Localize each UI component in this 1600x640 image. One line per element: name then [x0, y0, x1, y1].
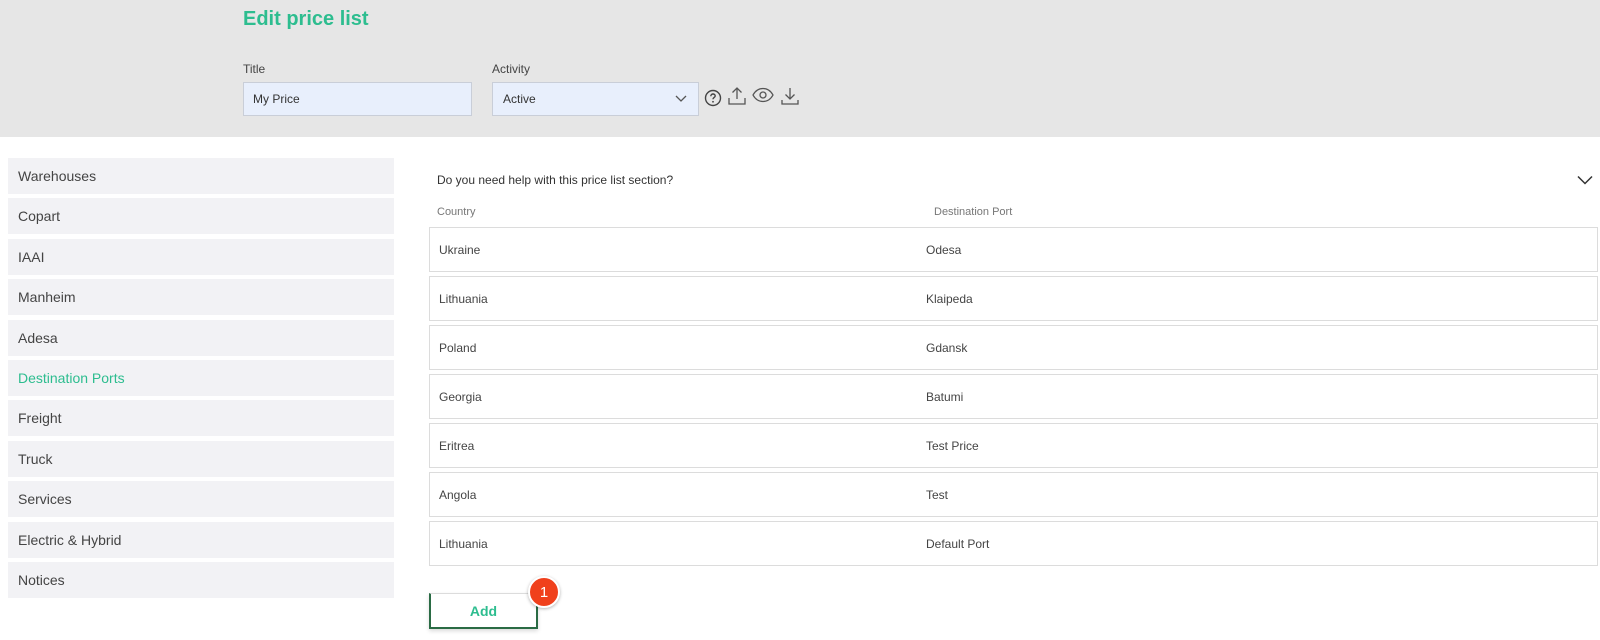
sidebar-item-services[interactable]: Services: [8, 481, 394, 518]
chevron-down-icon[interactable]: [1575, 170, 1595, 190]
cell-destination-port: Batumi: [926, 389, 964, 404]
cell-destination-port: Test: [926, 487, 949, 502]
page-title: Edit price list: [243, 8, 369, 30]
help-section-toggle[interactable]: Do you need help with this price list se…: [437, 165, 1597, 195]
header-bar: Edit price list Title Activity Active: [0, 0, 1600, 137]
upload-icon[interactable]: [726, 85, 748, 107]
cell-country: Poland: [439, 340, 477, 355]
activity-label: Activity: [492, 62, 531, 76]
sidebar-item-notices[interactable]: Notices: [8, 561, 394, 598]
cell-country: Angola: [439, 487, 477, 502]
activity-select[interactable]: Active: [492, 82, 699, 116]
table-row[interactable]: Ukraine Odesa: [429, 227, 1598, 272]
sidebar-item-electric-hybrid[interactable]: Electric & Hybrid: [8, 521, 394, 558]
sidebar-item-warehouses[interactable]: Warehouses: [8, 158, 394, 194]
cell-country: Georgia: [439, 389, 482, 404]
cell-destination-port: Odesa: [926, 242, 962, 257]
sidebar-item-manheim[interactable]: Manheim: [8, 279, 394, 316]
cell-destination-port: Default Port: [926, 536, 990, 551]
step-badge: 1: [528, 576, 560, 608]
sidebar-item-destination-ports[interactable]: Destination Ports: [8, 359, 394, 396]
sidebar-item-truck[interactable]: Truck: [8, 440, 394, 477]
help-text: Do you need help with this price list se…: [437, 173, 674, 187]
cell-destination-port: Klaipeda: [926, 291, 973, 306]
table-row[interactable]: Eritrea Test Price: [429, 423, 1598, 468]
ports-table: Ukraine Odesa Lithuania Klaipeda Poland …: [429, 227, 1598, 570]
download-icon[interactable]: [779, 85, 801, 107]
column-header-country: Country: [437, 206, 476, 218]
cell-country: Eritrea: [439, 438, 475, 453]
title-label: Title: [243, 62, 266, 76]
table-row[interactable]: Georgia Batumi: [429, 374, 1598, 419]
sidebar-item-adesa[interactable]: Adesa: [8, 319, 394, 356]
sidebar: Warehouses Copart IAAI Manheim Adesa Des…: [8, 158, 394, 602]
cell-destination-port: Gdansk: [926, 340, 968, 355]
cell-destination-port: Test Price: [926, 438, 979, 453]
cell-country: Lithuania: [439, 536, 488, 551]
table-row[interactable]: Lithuania Klaipeda: [429, 276, 1598, 321]
sidebar-item-freight[interactable]: Freight: [8, 400, 394, 437]
chevron-down-icon: [674, 92, 688, 106]
eye-icon[interactable]: [752, 84, 774, 106]
table-row[interactable]: Lithuania Default Port: [429, 521, 1598, 566]
sidebar-item-copart[interactable]: Copart: [8, 198, 394, 235]
title-input[interactable]: [243, 82, 472, 116]
table-row[interactable]: Poland Gdansk: [429, 325, 1598, 370]
column-header-destination-port: Destination Port: [934, 206, 1013, 218]
sidebar-item-iaai[interactable]: IAAI: [8, 238, 394, 275]
activity-select-value: Active: [503, 92, 536, 106]
add-button[interactable]: Add: [429, 593, 538, 629]
cell-country: Ukraine: [439, 242, 481, 257]
cell-country: Lithuania: [439, 291, 488, 306]
table-row[interactable]: Angola Test: [429, 472, 1598, 517]
help-circle-icon[interactable]: [702, 87, 724, 109]
